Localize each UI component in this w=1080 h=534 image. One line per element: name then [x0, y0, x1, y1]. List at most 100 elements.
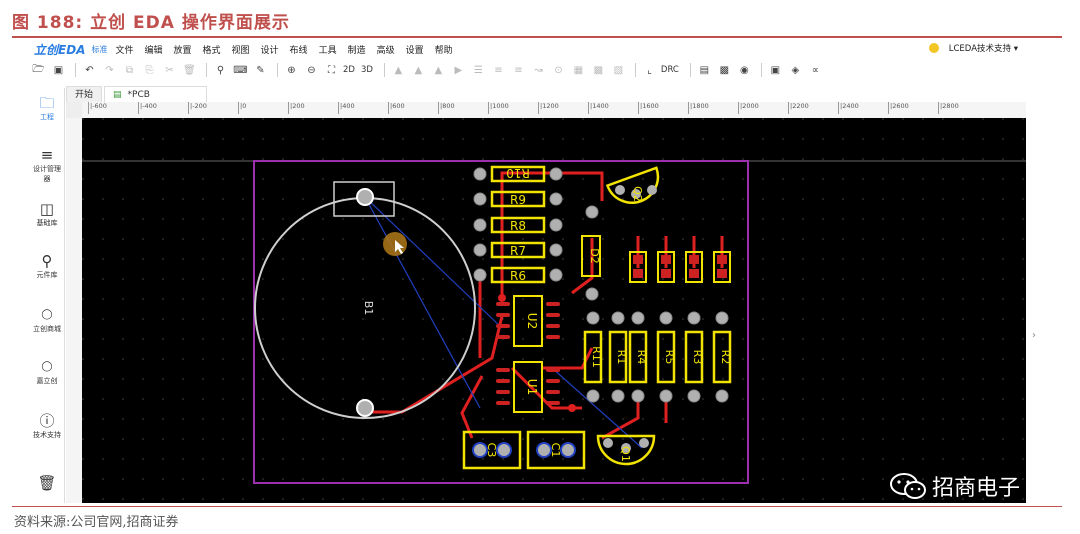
resistor-label: R5 [663, 350, 676, 365]
menu-place[interactable]: 放置 [173, 43, 191, 56]
figure-source: 资料来源:公司官网,招商证券 [14, 515, 179, 530]
view-3d-button[interactable]: 3D [361, 65, 373, 75]
sidebar-item-tech-support[interactable]: ⓘ 技术支持 [30, 412, 64, 440]
cut-icon[interactable]: ✂ [161, 62, 178, 78]
drc-button[interactable]: DRC [661, 65, 679, 75]
panel-collapse-handle[interactable]: › [1032, 330, 1036, 341]
sidebar-item-label: 设计管理器 [33, 165, 61, 183]
menu-settings[interactable]: 设置 [406, 43, 424, 56]
sidebar-item-project[interactable]: 🗀 工程 [30, 94, 64, 122]
menu-fabrication[interactable]: 制造 [348, 43, 366, 56]
zoom-in-icon[interactable]: ⊕ [283, 62, 300, 78]
ruler-tick: |2000 [738, 102, 759, 114]
pcb-board-view[interactable]: B1 R10 R9 R8 R7 R6 U2 U1 D2 Q2 R11 R1 R4… [82, 118, 1026, 503]
menu-edit[interactable]: 编辑 [144, 43, 162, 56]
tab-pcb-label: *PCB [127, 90, 150, 100]
dimension-icon[interactable]: ⌞ [641, 62, 658, 78]
resistor-label: R6 [510, 269, 526, 283]
sidebar-item-component-library[interactable]: ⚲ 元件库 [30, 252, 64, 280]
menu-advanced[interactable]: 高级 [377, 43, 395, 56]
sidebar-item-label: 立创商城 [33, 325, 61, 333]
resistor-label: R7 [510, 244, 526, 258]
layers-stack-icon[interactable]: ◈ [787, 62, 804, 78]
align-center-icon[interactable]: ☰ [470, 62, 487, 78]
image-icon[interactable]: ▣ [767, 62, 784, 78]
paint-icon[interactable]: ✎ [252, 62, 269, 78]
distribute-v-icon[interactable]: ≡ [510, 62, 527, 78]
share-icon[interactable]: ∝ [807, 62, 824, 78]
fit-view-icon[interactable]: ⛶ [323, 62, 340, 78]
wechat-watermark: 招商电子 [890, 470, 1020, 502]
align-left-icon[interactable]: ▲ [390, 62, 407, 78]
route-icon[interactable]: ↝ [530, 62, 547, 78]
sidebar-item-basic-library[interactable]: ◫ 基础库 [30, 200, 64, 228]
align-bottom-icon[interactable]: ▶ [450, 62, 467, 78]
delete-icon[interactable]: 🗑 [181, 62, 198, 78]
ruler-tick: |200 [288, 102, 305, 114]
bom-icon[interactable]: ▤ [696, 62, 713, 78]
find-icon[interactable]: ⚲ [212, 62, 229, 78]
via [498, 294, 506, 302]
ruler-tick: |2200 [788, 102, 809, 114]
vertical-ruler [66, 118, 82, 503]
sidebar-item-trash[interactable]: 🗑 [30, 474, 64, 492]
menu-route[interactable]: 布线 [290, 43, 308, 56]
align-top-icon[interactable]: ▲ [430, 62, 447, 78]
ruler-tick: |600 [388, 102, 405, 114]
pcb-canvas[interactable]: |-600 |-400 |-200 |0 |200 |400 |600 |800… [66, 102, 1036, 503]
menu-help[interactable]: 帮助 [435, 43, 453, 56]
ruler-tick: |1600 [638, 102, 659, 114]
view-2d-button[interactable]: 2D [343, 65, 355, 75]
toolbar-divider [206, 63, 207, 77]
ruler-tick: |1800 [688, 102, 709, 114]
figure-title: 图 188: 立创 EDA 操作界面展示 [12, 13, 290, 33]
sidebar-item-lcsc-mall[interactable]: ◯ 立创商城 [30, 306, 64, 334]
menu-format[interactable]: 格式 [203, 43, 221, 56]
sidebar-item-label: 嘉立创 [36, 377, 58, 385]
paste-icon[interactable]: ⎘ [141, 62, 158, 78]
align-right-icon[interactable]: ▲ [410, 62, 427, 78]
ruler-tick: |2800 [938, 102, 959, 114]
toolbar-divider [760, 63, 762, 77]
replace-icon[interactable]: ⌨ [232, 62, 249, 78]
ruler-tick: |2400 [838, 102, 859, 114]
open-folder-icon[interactable]: 🗁 [30, 62, 47, 78]
menubar: 立创EDA 标准 文件 编辑 放置 格式 视图 设计 布线 工具 制造 高级 设… [30, 40, 1030, 58]
ruler-tick: |1400 [588, 102, 609, 114]
distribute-h-icon[interactable]: ≡ [490, 62, 507, 78]
undo-icon[interactable]: ↶ [81, 62, 98, 78]
edition-tag: 标准 [91, 44, 108, 54]
transistor-label: Q1 [619, 446, 632, 462]
app-logo[interactable]: 立创EDA [34, 41, 85, 58]
sidebar-item-jlc[interactable]: ◯ 嘉立创 [30, 358, 64, 386]
zoom-out-icon[interactable]: ⊖ [303, 62, 320, 78]
help-icon: ⓘ [39, 412, 55, 430]
resistor-label: R3 [691, 350, 704, 365]
photo-view-icon[interactable]: ◉ [736, 62, 753, 78]
save-icon[interactable]: ▣ [50, 62, 67, 78]
snap-icon[interactable]: ⊙ [550, 62, 567, 78]
grid-icon[interactable]: ▦ [570, 62, 587, 78]
sidebar-item-label: 元件库 [36, 271, 58, 279]
bulb-icon [928, 43, 939, 53]
menu-design[interactable]: 设计 [261, 43, 279, 56]
resistor-label: R4 [635, 350, 648, 365]
ruler-tick: |400 [338, 102, 355, 114]
resistor-label: R10 [506, 166, 530, 180]
pcb-doc-icon: ▤ [113, 90, 122, 100]
menu-tools[interactable]: 工具 [319, 43, 337, 56]
ruler-tick: |-200 [188, 102, 207, 114]
menu-view[interactable]: 视图 [232, 43, 250, 56]
resistor-label: R2 [719, 350, 732, 365]
copy-icon[interactable]: ⧉ [121, 62, 138, 78]
via [568, 404, 576, 412]
gerber-icon[interactable]: ▩ [716, 62, 733, 78]
support-menu[interactable]: LCEDA技术支持 ▾ [928, 42, 1018, 54]
sidebar-item-design-manager[interactable]: ≡ 设计管理器 [30, 146, 64, 184]
chip-icon: ◫ [39, 200, 55, 218]
group-icon[interactable]: ▩ [590, 62, 607, 78]
layer-icon[interactable]: ▧ [610, 62, 627, 78]
redo-icon[interactable]: ↷ [101, 62, 118, 78]
menu-file[interactable]: 文件 [115, 43, 133, 56]
ic-label: U2 [525, 313, 539, 329]
